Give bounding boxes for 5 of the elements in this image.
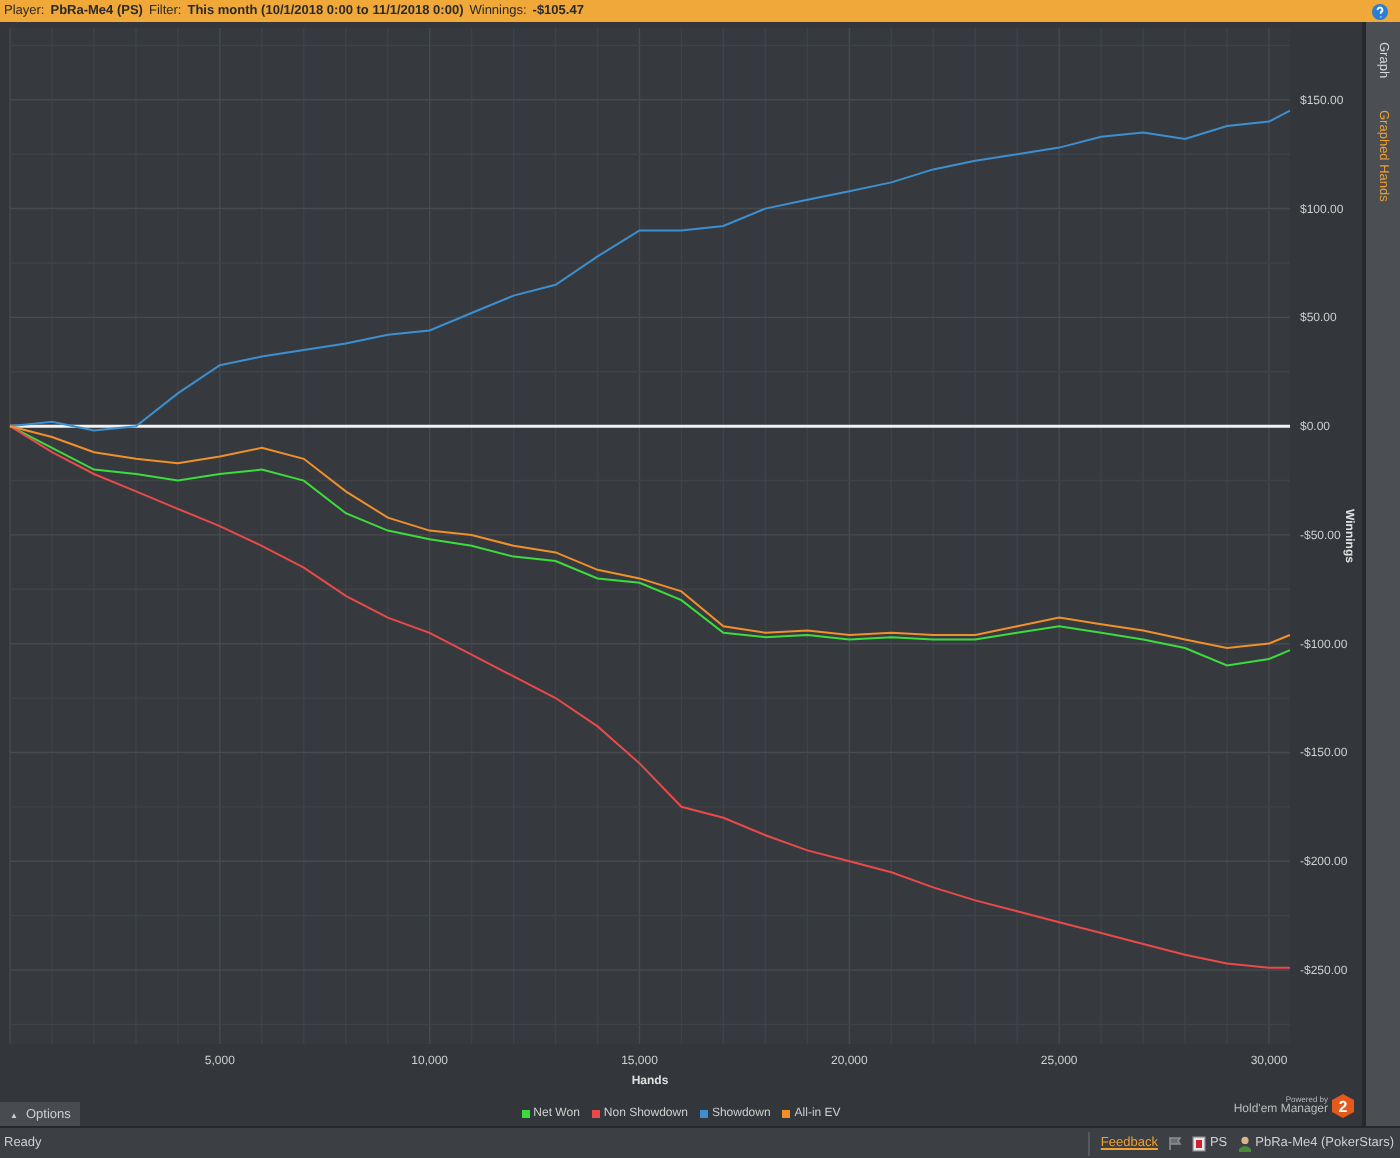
card-icon — [1191, 1135, 1206, 1151]
flag-icon[interactable] — [1167, 1136, 1182, 1150]
logo-badge: 2 — [1332, 1094, 1354, 1118]
help-icon[interactable] — [1372, 3, 1388, 19]
person-icon — [1237, 1135, 1252, 1151]
